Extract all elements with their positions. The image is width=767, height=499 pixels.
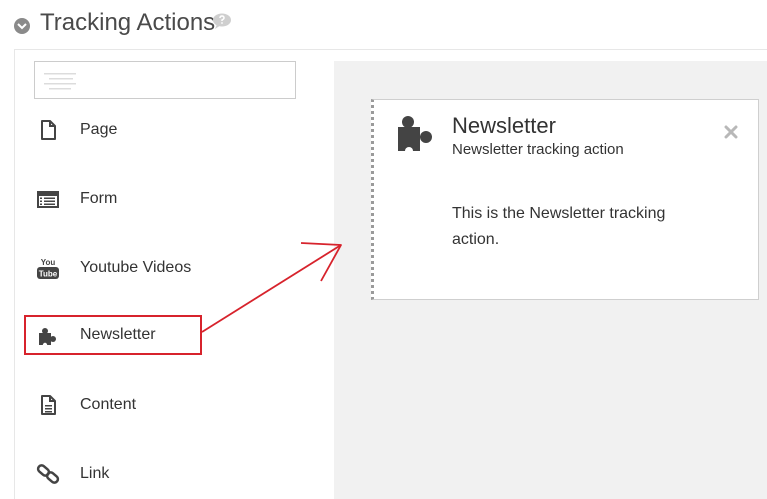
card-title: Newsletter [452,113,556,138]
page-icon [41,120,56,140]
sidebar-item-youtube-videos[interactable]: You Tube Youtube Videos [24,248,202,288]
chevron-down-icon[interactable] [14,18,30,34]
text-lines-icon [44,73,76,90]
page-title: Tracking Actions [40,9,216,36]
svg-text:You: You [41,258,56,267]
sidebar-item-form[interactable]: Form [24,179,202,219]
sidebar-item-label: Link [80,465,110,482]
sidebar-item-label: Youtube Videos [80,259,192,276]
svg-text:Tube: Tube [39,270,58,279]
tracking-action-card[interactable]: Newsletter Newsletter tracking action Th… [371,99,759,300]
sidebar-item-content[interactable]: Content [24,385,202,425]
youtube-icon: You Tube [37,258,59,279]
form-icon [37,191,59,208]
sidebar-item-newsletter[interactable]: Newsletter [24,315,202,355]
sidebar-item-page[interactable]: Page [24,110,202,150]
sidebar-item-label: Newsletter [80,326,156,343]
header: Tracking Actions [0,0,767,48]
close-icon[interactable] [723,124,739,140]
sidebar-item-link[interactable]: Link [24,454,202,494]
link-icon [36,464,60,484]
document-icon [41,395,56,415]
sidebar-item-label: Page [80,121,118,138]
search-input[interactable] [34,61,296,99]
card-subtitle: Newsletter tracking action [452,141,624,158]
sidebar-item-label: Content [80,396,137,413]
card-body: This is the Newsletter tracking action. [452,205,666,248]
sidebar-item-label: Form [80,190,118,207]
puzzle-icon [39,328,56,347]
speech-bubble-icon[interactable] [212,13,232,30]
puzzle-icon [398,116,432,155]
